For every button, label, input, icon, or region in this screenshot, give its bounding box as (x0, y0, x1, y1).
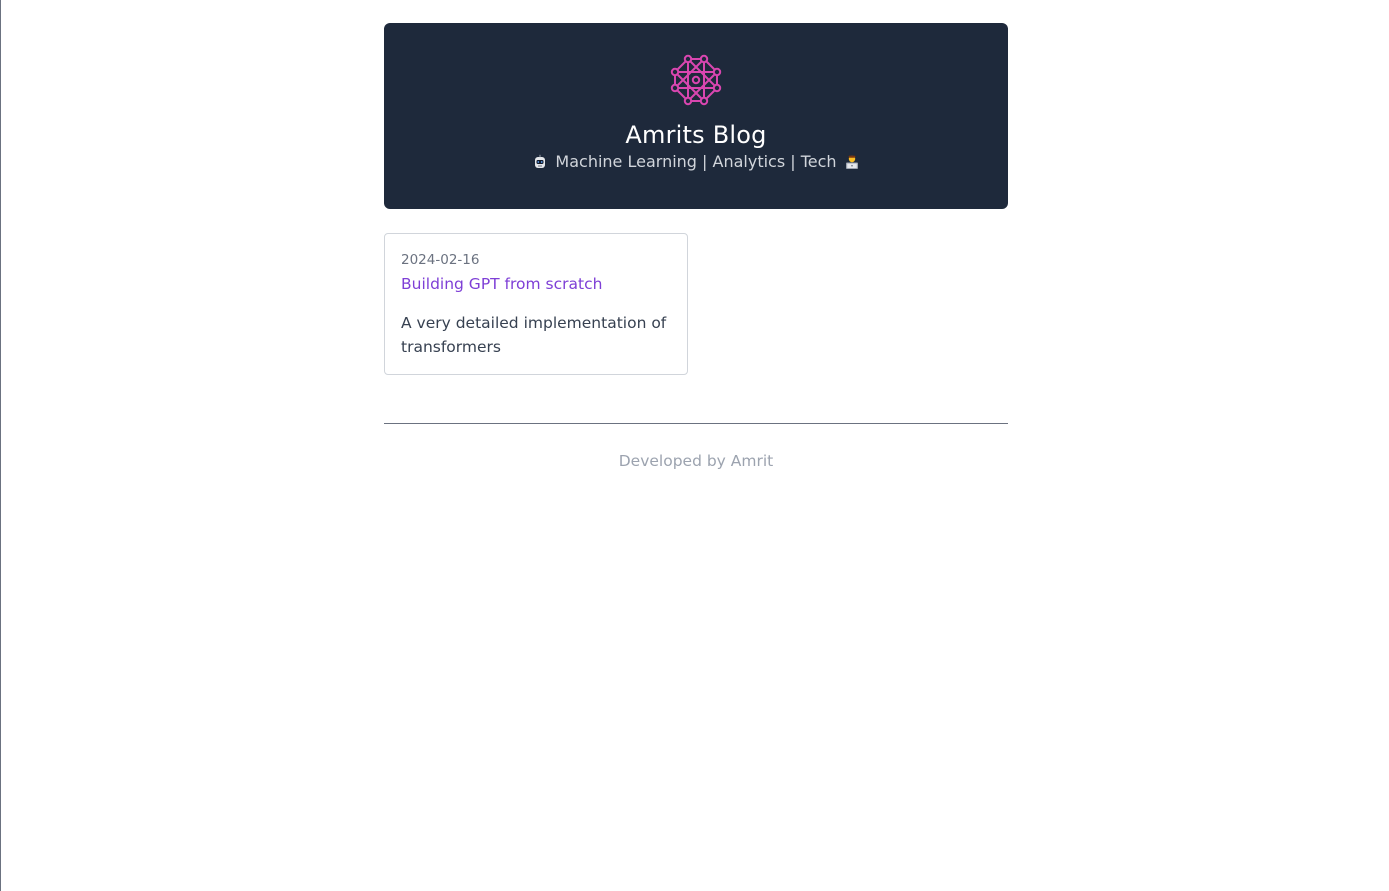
post-list: 2024-02-16 Building GPT from scratch A v… (384, 233, 1008, 375)
post-date: 2024-02-16 (401, 252, 480, 268)
site-footer: Developed by Amrit (384, 451, 1008, 471)
post-card[interactable]: 2024-02-16 Building GPT from scratch A v… (384, 233, 688, 375)
site-title[interactable]: Amrits Blog (625, 120, 766, 150)
site-header: Amrits Blog Machine Learning | Analytics… (384, 23, 1008, 209)
tagline-text: Machine Learning | Analytics | Tech (555, 152, 837, 171)
footer-text: Developed by Amrit (618, 452, 774, 470)
post-title-link[interactable]: Building GPT from scratch (401, 273, 671, 295)
window-edge (0, 0, 1, 891)
technologist-icon (845, 155, 858, 169)
post-description: A very detailed implementation of transf… (401, 314, 667, 356)
robot-face-icon (535, 154, 546, 168)
site-tagline: Machine Learning | Analytics | Tech (532, 150, 859, 174)
footer-divider (384, 423, 1008, 424)
page-container: Amrits Blog Machine Learning | Analytics… (384, 23, 1008, 471)
neural-network-icon[interactable] (670, 54, 722, 106)
